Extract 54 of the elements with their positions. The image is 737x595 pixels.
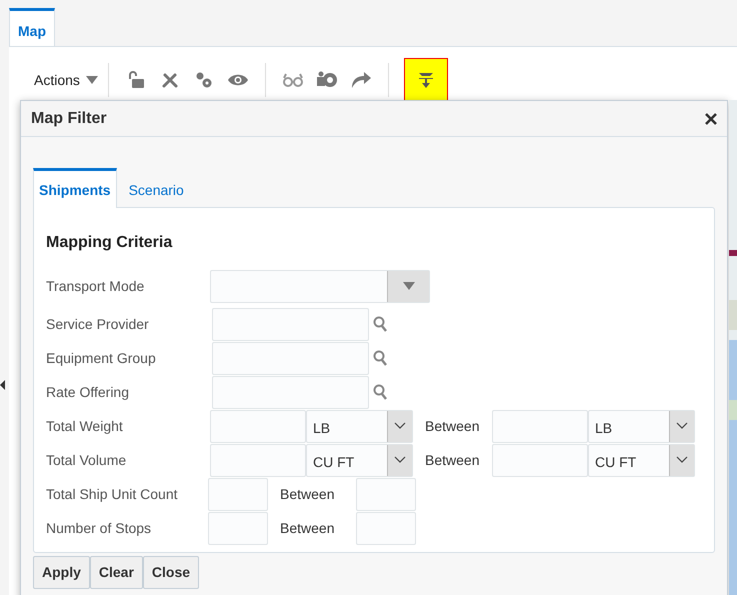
input-field[interactable] (212, 376, 369, 408)
field-label: Service Provider (46, 314, 150, 334)
input-field[interactable] (356, 478, 416, 510)
eye-icon (226, 72, 249, 88)
filter-button[interactable] (404, 59, 447, 101)
input-field[interactable] (492, 410, 588, 442)
dropdown-field[interactable] (210, 270, 430, 302)
input-field[interactable] (212, 308, 369, 340)
search-icon[interactable] (373, 316, 387, 332)
filter-icon (418, 71, 434, 89)
dropdown-field[interactable]: CU FT (588, 444, 695, 476)
dropdown-field[interactable]: LB (588, 410, 695, 442)
camera-icon (316, 71, 338, 89)
dialog-button[interactable]: Apply (33, 556, 90, 589)
field-label: Total Volume (46, 450, 128, 470)
page-tab[interactable]: Map (9, 8, 55, 46)
field-label: Transport Mode (46, 276, 146, 296)
actions-menu[interactable]: Actions (34, 70, 98, 90)
field-label: Between (280, 486, 334, 502)
field-label: Between (425, 418, 480, 434)
field-label: Rate Offering (46, 382, 130, 402)
dropdown-field[interactable]: CU FT (306, 444, 413, 476)
dropdown-field[interactable]: LB (306, 410, 413, 442)
search-icon[interactable] (373, 384, 387, 400)
dialog-button[interactable]: Close (142, 556, 200, 589)
search-icon[interactable] (373, 350, 387, 366)
input-field[interactable] (208, 512, 268, 544)
input-field[interactable] (210, 444, 306, 476)
caret-icon (86, 76, 98, 84)
field-label: Between (425, 452, 480, 468)
chevron-icon (394, 422, 406, 430)
chevron-icon (676, 422, 688, 430)
close-button[interactable] (705, 112, 717, 124)
input-field[interactable] (210, 410, 306, 442)
dialog-button[interactable]: Clear (90, 556, 143, 589)
dialog-tab[interactable]: Scenario (122, 168, 190, 208)
dialog-title: Map Filter (31, 108, 107, 128)
chevron-icon (394, 456, 406, 464)
field-label: Number of Stops (46, 518, 152, 538)
field-label: Equipment Group (46, 348, 157, 368)
collapse-icon[interactable] (0, 380, 6, 390)
dialog-tab[interactable]: Shipments (33, 168, 117, 208)
field-label: Total Ship Unit Count (46, 484, 179, 504)
redo-icon (350, 71, 372, 89)
chevron-icon (676, 456, 688, 464)
section-heading: Mapping Criteria (46, 233, 174, 253)
field-label: Between (280, 520, 334, 536)
input-field[interactable] (208, 478, 268, 510)
caret-icon (402, 282, 414, 290)
field-label: Total Weight (46, 416, 124, 436)
input-field[interactable] (212, 342, 369, 374)
input-field[interactable] (492, 444, 588, 476)
input-field[interactable] (356, 512, 416, 544)
glasses-icon (282, 72, 304, 88)
